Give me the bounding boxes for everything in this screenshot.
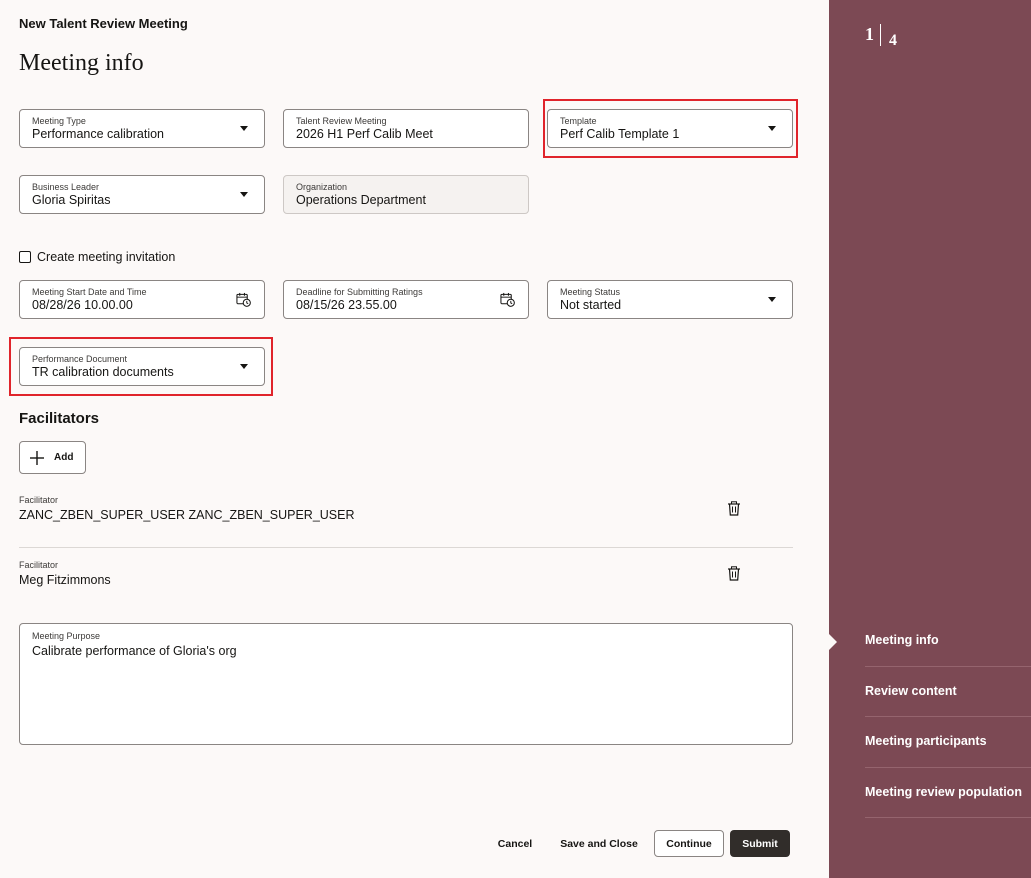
- meeting-type-value: Performance calibration: [32, 127, 165, 141]
- meeting-purpose-label: Meeting Purpose: [32, 631, 101, 641]
- create-invitation-row[interactable]: Create meeting invitation: [19, 250, 175, 264]
- step-separator: [880, 24, 881, 46]
- create-invitation-label[interactable]: Create meeting invitation: [37, 250, 175, 264]
- step-current: 1: [865, 24, 874, 44]
- add-facilitator-button[interactable]: Add: [19, 441, 86, 474]
- plus-icon: [30, 450, 44, 465]
- step-review-content[interactable]: Review content: [865, 666, 1031, 716]
- facilitator-divider: [19, 547, 793, 548]
- meeting-type-select[interactable]: Meeting Type Performance calibration: [19, 109, 265, 148]
- facilitator-label: Facilitator: [19, 495, 59, 505]
- submit-button[interactable]: Submit: [730, 830, 790, 857]
- continue-button[interactable]: Continue: [654, 830, 724, 857]
- page-title: Meeting info: [19, 50, 144, 76]
- organization-value: Operations Department: [296, 193, 426, 207]
- step-total: 4: [889, 32, 897, 49]
- meeting-type-label: Meeting Type: [32, 116, 86, 126]
- chevron-down-icon[interactable]: [768, 297, 776, 302]
- meeting-purpose-value: Calibrate performance of Gloria's org: [32, 644, 237, 658]
- cancel-button[interactable]: Cancel: [490, 830, 540, 857]
- chevron-down-icon[interactable]: [240, 364, 248, 369]
- active-step-pointer-icon: [829, 634, 837, 650]
- organization-field: Organization Operations Department: [283, 175, 529, 214]
- calendar-clock-icon[interactable]: [500, 292, 515, 307]
- template-label: Template: [560, 116, 597, 126]
- create-invitation-checkbox[interactable]: [19, 251, 31, 263]
- chevron-down-icon[interactable]: [768, 126, 776, 131]
- facilitators-heading: Facilitators: [19, 410, 100, 427]
- start-date-value: 08/28/26 10.00.00: [32, 298, 133, 312]
- deadline-value: 08/15/26 23.55.00: [296, 298, 397, 312]
- deadline-input[interactable]: Deadline for Submitting Ratings 08/15/26…: [283, 280, 529, 319]
- facilitator-item: Facilitator Meg Fitzimmons: [19, 560, 111, 587]
- meeting-purpose-textarea[interactable]: Meeting Purpose Calibrate performance of…: [19, 623, 793, 745]
- template-select[interactable]: Template Perf Calib Template 1: [547, 109, 793, 148]
- performance-document-value: TR calibration documents: [32, 365, 174, 379]
- talent-review-meeting-input[interactable]: Talent Review Meeting 2026 H1 Perf Calib…: [283, 109, 529, 148]
- step-meeting-review-population[interactable]: Meeting review population: [865, 767, 1031, 817]
- calendar-clock-icon[interactable]: [236, 292, 251, 307]
- business-leader-select[interactable]: Business Leader Gloria Spiritas: [19, 175, 265, 214]
- facilitator-item: Facilitator ZANC_ZBEN_SUPER_USER ZANC_ZB…: [19, 495, 355, 522]
- meeting-status-select[interactable]: Meeting Status Not started: [547, 280, 793, 319]
- start-date-input[interactable]: Meeting Start Date and Time 08/28/26 10.…: [19, 280, 265, 319]
- step-divider: [865, 817, 1031, 818]
- facilitator-label: Facilitator: [19, 560, 59, 570]
- deadline-label: Deadline for Submitting Ratings: [296, 287, 423, 297]
- save-and-close-button[interactable]: Save and Close: [554, 830, 644, 857]
- talent-review-meeting-value: 2026 H1 Perf Calib Meet: [296, 127, 433, 141]
- add-button-label: Add: [54, 452, 74, 463]
- step-meeting-participants[interactable]: Meeting participants: [865, 716, 1031, 766]
- start-date-label: Meeting Start Date and Time: [32, 287, 147, 297]
- talent-review-meeting-label: Talent Review Meeting: [296, 116, 387, 126]
- main-panel: New Talent Review Meeting Meeting info M…: [0, 0, 829, 878]
- meeting-status-value: Not started: [560, 298, 622, 312]
- template-value: Perf Calib Template 1: [560, 127, 680, 141]
- delete-icon[interactable]: [727, 501, 741, 516]
- organization-label: Organization: [296, 182, 348, 192]
- meeting-status-label: Meeting Status: [560, 287, 621, 297]
- performance-document-select[interactable]: Performance Document TR calibration docu…: [19, 347, 265, 386]
- chevron-down-icon[interactable]: [240, 126, 248, 131]
- performance-document-label: Performance Document: [32, 354, 128, 364]
- facilitator-name: ZANC_ZBEN_SUPER_USER ZANC_ZBEN_SUPER_USE…: [19, 508, 355, 522]
- business-leader-value: Gloria Spiritas: [32, 193, 111, 207]
- step-meeting-info[interactable]: Meeting info: [865, 615, 1031, 665]
- business-leader-label: Business Leader: [32, 182, 100, 192]
- delete-icon[interactable]: [727, 566, 741, 581]
- facilitator-name: Meg Fitzimmons: [19, 573, 111, 587]
- chevron-down-icon[interactable]: [240, 192, 248, 197]
- breadcrumb: New Talent Review Meeting: [19, 16, 188, 31]
